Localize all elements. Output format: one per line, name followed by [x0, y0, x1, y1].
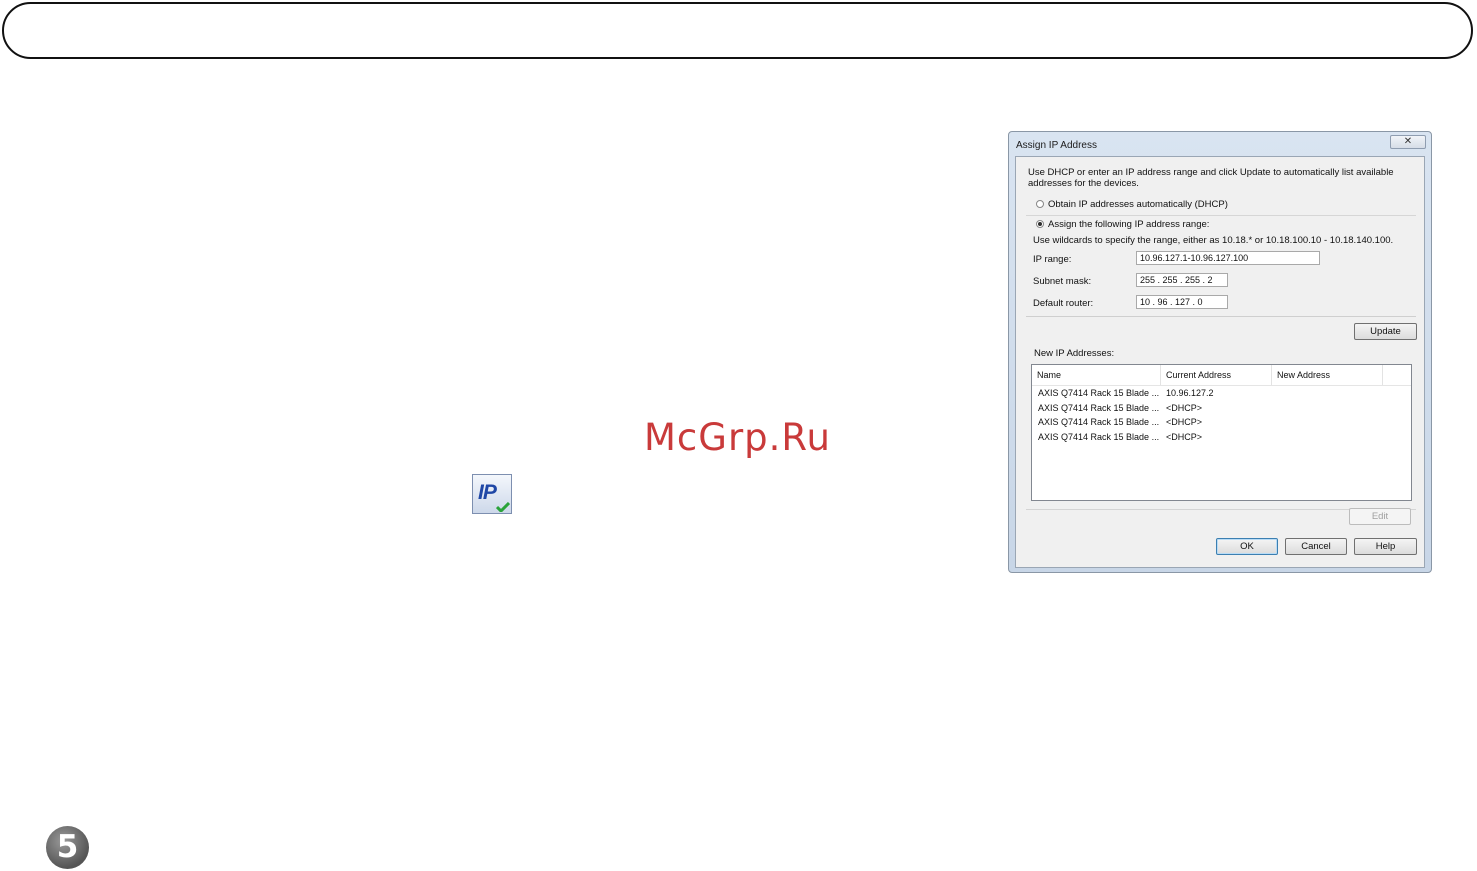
dialog-description: Use DHCP or enter an IP address range an… — [1028, 167, 1394, 189]
dialog-body: Use DHCP or enter an IP address range an… — [1015, 156, 1425, 568]
ip-icon-label: IP — [478, 481, 497, 504]
ip-range-label: IP range: — [1033, 254, 1072, 265]
table-row[interactable]: AXIS Q7414 Rack 15 Blade ... 10.96.127.2 — [1032, 386, 1411, 400]
cancel-button[interactable]: Cancel — [1285, 538, 1347, 555]
wildcard-hint: Use wildcards to specify the range, eith… — [1033, 235, 1394, 246]
list-header: Name Current Address New Address — [1032, 365, 1411, 386]
row-name: AXIS Q7414 Rack 15 Blade ... — [1038, 417, 1160, 427]
range-option-label[interactable]: Assign the following IP address range: — [1048, 219, 1209, 230]
new-ip-list-label: New IP Addresses: — [1034, 348, 1115, 359]
column-new-address[interactable]: New Address — [1272, 365, 1383, 385]
row-current-address: <DHCP> — [1166, 417, 1203, 427]
edit-button[interactable]: Edit — [1349, 508, 1411, 525]
row-current-address: <DHCP> — [1166, 432, 1203, 442]
assign-ip-icon[interactable]: IP — [472, 474, 512, 514]
new-ip-list[interactable]: Name Current Address New Address AXIS Q7… — [1031, 364, 1412, 501]
table-row[interactable]: AXIS Q7414 Rack 15 Blade ... <DHCP> — [1032, 401, 1411, 415]
column-current-address[interactable]: Current Address — [1161, 365, 1272, 385]
subnet-mask-label: Subnet mask: — [1033, 276, 1092, 287]
row-current-address: 10.96.127.2 — [1166, 388, 1214, 398]
subnet-mask-field[interactable]: 255 . 255 . 255 . 2 — [1136, 273, 1228, 287]
row-name: AXIS Q7414 Rack 15 Blade ... — [1038, 403, 1160, 413]
default-router-label: Default router: — [1033, 298, 1094, 309]
assign-ip-dialog: Assign IP Address ✕ Use DHCP or enter an… — [1008, 131, 1432, 573]
row-current-address: <DHCP> — [1166, 403, 1203, 413]
column-name[interactable]: Name — [1032, 365, 1161, 385]
page-number-badge: 5 — [46, 826, 89, 869]
ip-range-field[interactable]: 10.96.127.1-10.96.127.100 — [1136, 251, 1320, 265]
close-button[interactable]: ✕ — [1390, 135, 1426, 149]
checkmark-icon — [496, 502, 510, 512]
watermark: McGrp.Ru — [644, 416, 831, 459]
default-router-field[interactable]: 10 . 96 . 127 . 0 — [1136, 295, 1228, 309]
dhcp-option-label[interactable]: Obtain IP addresses automatically (DHCP) — [1048, 199, 1228, 210]
row-name: AXIS Q7414 Rack 15 Blade ... — [1038, 388, 1160, 398]
dhcp-radio[interactable] — [1036, 200, 1044, 208]
table-row[interactable]: AXIS Q7414 Rack 15 Blade ... <DHCP> — [1032, 430, 1411, 444]
row-name: AXIS Q7414 Rack 15 Blade ... — [1038, 432, 1160, 442]
table-row[interactable]: AXIS Q7414 Rack 15 Blade ... <DHCP> — [1032, 415, 1411, 429]
dialog-title: Assign IP Address — [1016, 140, 1097, 151]
header-bar — [2, 2, 1473, 59]
help-button[interactable]: Help — [1354, 538, 1417, 555]
range-radio[interactable] — [1036, 220, 1044, 228]
group-divider — [1026, 316, 1416, 317]
update-button[interactable]: Update — [1354, 323, 1417, 340]
ok-button[interactable]: OK — [1216, 538, 1278, 555]
